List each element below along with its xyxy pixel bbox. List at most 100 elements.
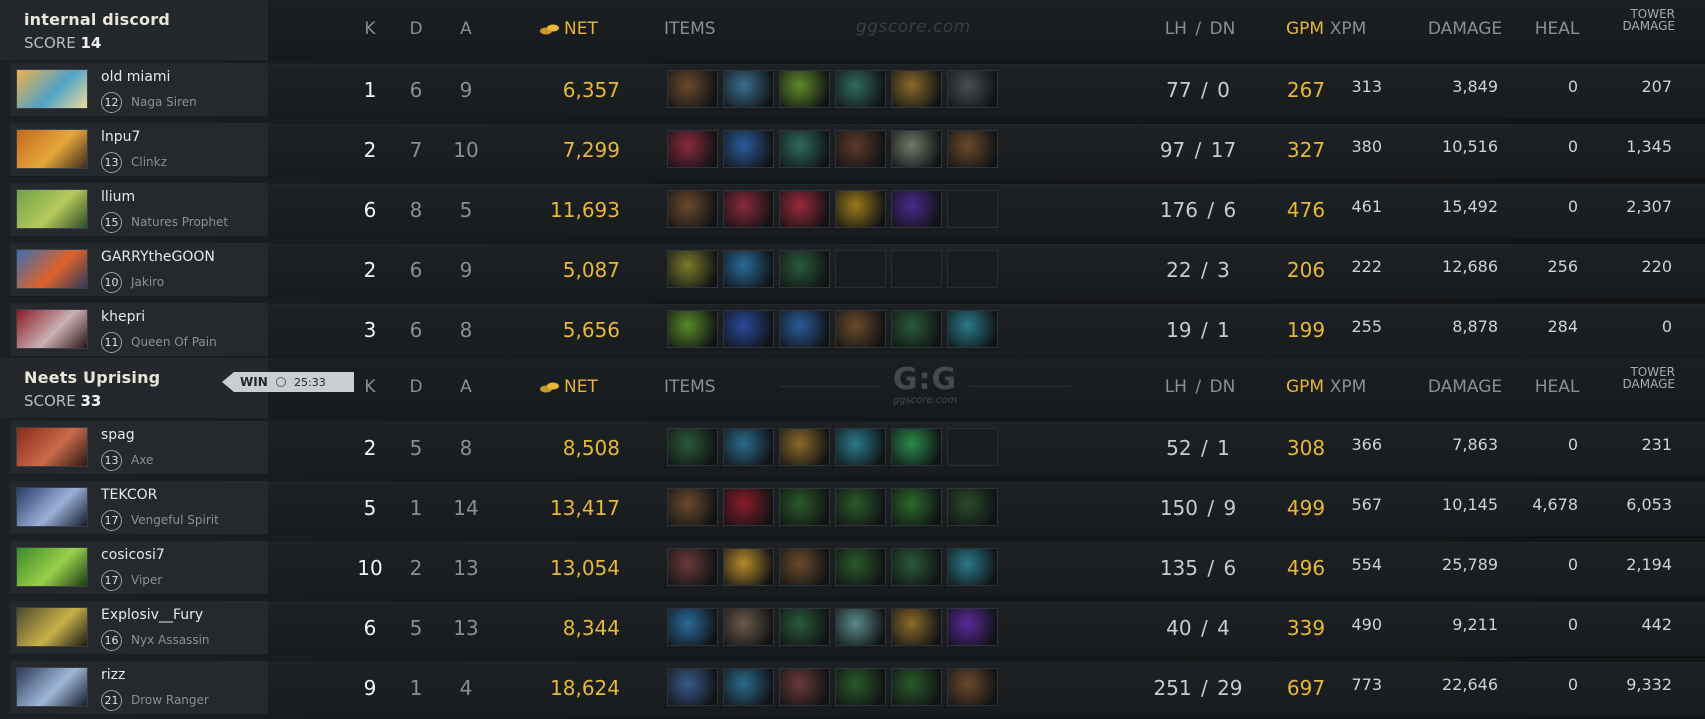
hero-name: Axe [131,453,154,467]
orb-item-icon[interactable] [779,190,830,228]
orb-item-icon[interactable] [947,608,998,646]
player-row[interactable]: lnpu7 13 Clinkz 2 7 10 7,299 97 / 17 327 380 10,51… [0,120,1705,180]
player-name[interactable]: Explosiv__Fury [101,607,203,623]
player-name[interactable]: llium [101,189,135,205]
player-info[interactable]: Explosiv__Fury 16 Nyx Assassin [10,601,268,655]
flute-item-icon[interactable] [667,250,718,288]
gold-coins-icon [540,20,560,35]
boots-item-icon[interactable] [835,310,886,348]
tower-damage-value: 9,332 [1626,675,1672,694]
wraith-item-icon[interactable] [891,668,942,706]
axe-item-icon[interactable] [667,548,718,586]
player-row[interactable]: spag 13 Axe 2 5 8 8,508 52 / 1 308 366 7,863 0 231 [0,418,1705,478]
player-name[interactable]: TEKCOR [101,487,157,503]
potion-item-icon[interactable] [779,310,830,348]
wind-item-icon[interactable] [835,428,886,466]
player-info[interactable]: spag 13 Axe [10,421,268,475]
player-name[interactable]: lnpu7 [101,129,140,145]
heal-value: 256 [1547,257,1578,276]
gem-item-icon[interactable] [723,548,774,586]
branch-item-icon[interactable] [891,310,942,348]
heal-value: 0 [1567,435,1578,454]
staff-item-icon[interactable] [779,130,830,168]
glaive-item-icon[interactable] [667,668,718,706]
wraith-item-icon[interactable] [835,668,886,706]
branch-item-icon[interactable] [891,548,942,586]
mask-item-icon[interactable] [667,130,718,168]
player-info[interactable]: lnpu7 13 Clinkz [10,123,268,177]
player-row[interactable]: llium 15 Natures Prophet 6 8 5 11,693 176 / 6 47… [0,180,1705,240]
player-name[interactable]: rizz [101,667,125,683]
vortex-item-icon[interactable] [723,310,774,348]
claw-item-icon[interactable] [723,488,774,526]
xpm-value: 773 [1351,675,1382,694]
wind-item-icon[interactable] [947,310,998,348]
boots-item-icon[interactable] [667,488,718,526]
player-row[interactable]: khepri 11 Queen Of Pain 3 6 8 5,656 19 / 1 199 25… [0,300,1705,360]
blade-item-icon[interactable] [723,428,774,466]
heal-value: 0 [1567,77,1578,96]
score-label: SCORE [24,34,76,52]
wind-item-icon[interactable] [947,548,998,586]
dagger-item-icon[interactable] [947,488,998,526]
pouch-item-icon[interactable] [667,310,718,348]
mushroom-item-icon[interactable] [891,130,942,168]
tower-damage-value: 442 [1641,615,1672,634]
player-name[interactable]: GARRYtheGOON [101,249,215,265]
hero-level-badge: 10 [101,272,122,293]
player-info[interactable]: GARRYtheGOON 10 Jakiro [10,243,268,297]
player-name[interactable]: old miami [101,69,170,85]
player-info[interactable]: rizz 21 Drow Ranger [10,661,268,715]
player-name[interactable]: spag [101,427,135,443]
flask-item-icon[interactable] [779,428,830,466]
wraith-item-icon[interactable] [779,488,830,526]
ring-item-icon[interactable] [947,70,998,108]
flask-item-icon[interactable] [891,608,942,646]
hood-item-icon[interactable] [891,488,942,526]
player-info[interactable]: cosicosi7 17 Viper [10,541,268,595]
boots-item-icon[interactable] [779,548,830,586]
player-info[interactable]: khepri 11 Queen Of Pain [10,303,268,357]
player-row[interactable]: TEKCOR 17 Vengeful Spirit 5 1 14 13,417 150 / 9… [0,478,1705,538]
branch-item-icon[interactable] [667,428,718,466]
boots-item-icon[interactable] [667,70,718,108]
player-row[interactable]: old miami 12 Naga Siren 1 6 9 6,357 77 / 0 267 31… [0,60,1705,120]
player-row[interactable]: Explosiv__Fury 16 Nyx Assassin 6 5 13 8,344 40 … [0,598,1705,658]
hatchet-item-icon[interactable] [723,608,774,646]
wraith-item-icon[interactable] [835,548,886,586]
player-row[interactable]: GARRYtheGOON 10 Jakiro 2 6 9 5,087 22 / 3 206 222… [0,240,1705,300]
player-info[interactable]: old miami 12 Naga Siren [10,63,268,117]
cloak-item-icon[interactable] [891,428,942,466]
tower-damage-value: 220 [1641,257,1672,276]
last-hits-denies-value: 150 / 9 [1159,496,1237,520]
hero-name: Naga Siren [131,95,197,109]
wraith-item-icon[interactable] [835,488,886,526]
drum-item-icon[interactable] [779,70,830,108]
player-row[interactable]: rizz 21 Drow Ranger 9 1 4 18,624 251 / 29 697 773… [0,658,1705,718]
hood-item-icon[interactable] [835,130,886,168]
feather-item-icon[interactable] [835,608,886,646]
helm-item-icon[interactable] [835,190,886,228]
tower-damage-value: 2,307 [1626,197,1672,216]
branch-item-icon[interactable] [779,608,830,646]
potion-item-icon[interactable] [723,130,774,168]
xpm-value: 313 [1351,77,1382,96]
player-name[interactable]: cosicosi7 [101,547,165,563]
player-name[interactable]: khepri [101,309,145,325]
flask-item-icon[interactable] [891,70,942,108]
player-row[interactable]: cosicosi7 17 Viper 10 2 13 13,054 135 / 6 496 554… [0,538,1705,598]
hammer-item-icon[interactable] [723,70,774,108]
mask-item-icon[interactable] [723,190,774,228]
branch-item-icon[interactable] [779,250,830,288]
axe-item-icon[interactable] [779,668,830,706]
boots-item-icon[interactable] [947,668,998,706]
blade-item-icon[interactable] [891,190,942,228]
blade-item-icon[interactable] [723,668,774,706]
staff-item-icon[interactable] [835,70,886,108]
player-info[interactable]: llium 15 Natures Prophet [10,183,268,237]
scroll-item-icon[interactable] [667,608,718,646]
boots-item-icon[interactable] [667,190,718,228]
scroll-item-icon[interactable] [723,250,774,288]
player-info[interactable]: TEKCOR 17 Vengeful Spirit [10,481,268,535]
boots-item-icon[interactable] [947,130,998,168]
